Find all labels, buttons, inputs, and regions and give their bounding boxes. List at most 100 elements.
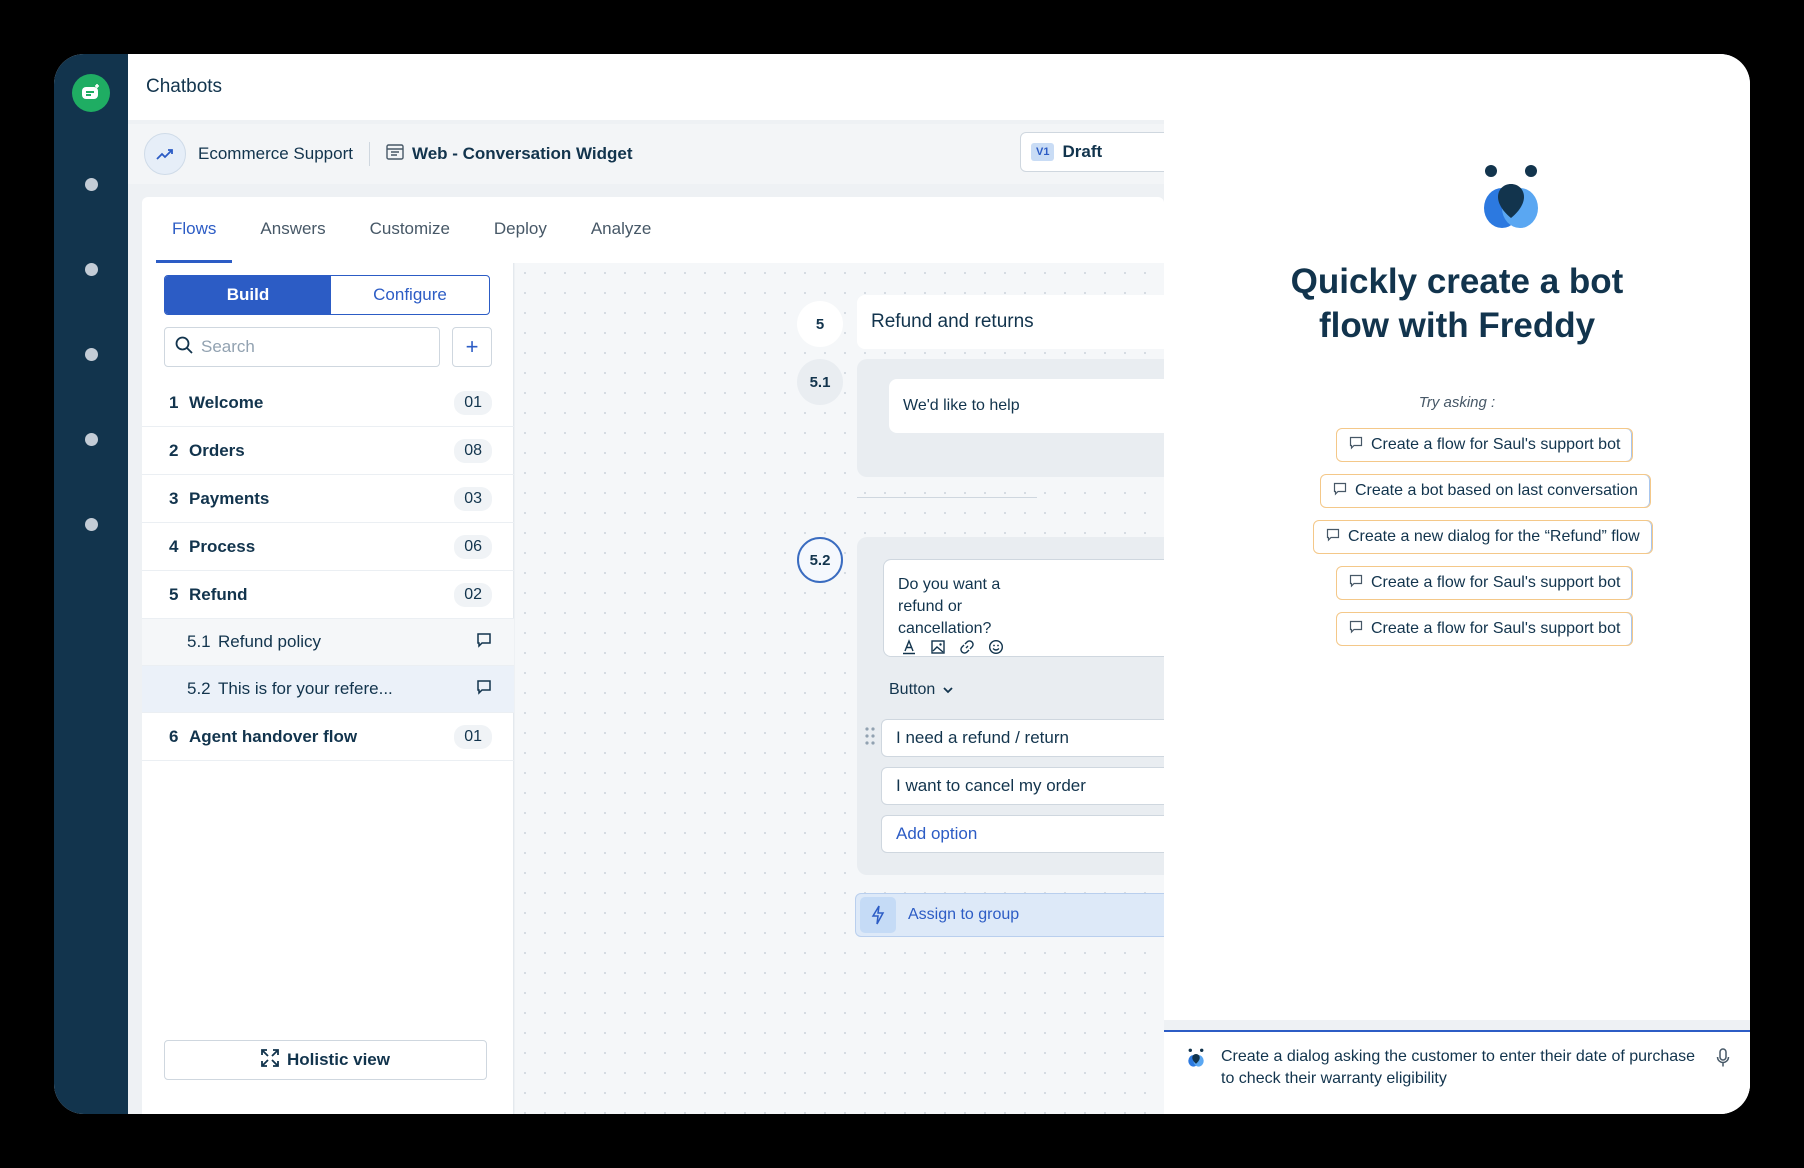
version-selector[interactable]: V1 Draft: [1020, 132, 1180, 172]
microphone-icon[interactable]: [1716, 1048, 1730, 1073]
nav-item-2[interactable]: [85, 263, 98, 276]
step-badge-5-1: 5.1: [797, 359, 843, 405]
holistic-view-button[interactable]: Holistic view: [164, 1040, 487, 1080]
build-button[interactable]: Build: [165, 276, 331, 314]
tab-customize[interactable]: Customize: [348, 219, 472, 263]
flow-number: 4: [169, 536, 179, 556]
chat-bubble-icon: [1349, 574, 1363, 593]
assign-to-group-action[interactable]: Assign to group: [855, 893, 1164, 937]
message-card[interactable]: We'd like to help: [889, 379, 1164, 433]
version-label: Draft: [1062, 142, 1103, 161]
flow-name: Process: [189, 536, 256, 556]
chevron-down-icon: [943, 681, 953, 699]
question-text: Do you want a refund or cancellation?: [898, 576, 1001, 637]
expand-icon: [261, 1048, 279, 1072]
flow-item-refund[interactable]: 5 Refund 02: [142, 571, 514, 619]
suggestion-text: Create a flow for Saul's support bot: [1371, 436, 1621, 453]
flow-item-welcome[interactable]: 1 Welcome 01: [142, 379, 514, 427]
app-window: Chatbots Ecommerce Support Web - Convers…: [54, 54, 1750, 1114]
freddy-title-line-1: Quickly create a bot: [1290, 262, 1624, 301]
emoji-icon[interactable]: [988, 639, 1004, 660]
connector-line: [857, 497, 1037, 498]
chat-bubble-icon: [1333, 482, 1347, 501]
suggestion-chip[interactable]: Create a bot based on last conversation: [1320, 474, 1651, 508]
tab-analyze[interactable]: Analyze: [569, 219, 673, 263]
search-box: [164, 327, 440, 367]
subflow-number: 5.2: [187, 679, 211, 698]
prompt-divider: [1164, 1020, 1750, 1030]
divider: [368, 142, 370, 166]
build-configure-toggle: Build Configure: [164, 275, 490, 315]
subflow-item-reference[interactable]: 5.2 This is for your refere...: [142, 666, 514, 713]
chat-bubble-icon: [1349, 620, 1363, 639]
text-format-icon[interactable]: [901, 639, 917, 660]
suggestion-chip[interactable]: Create a flow for Saul's support bot: [1336, 612, 1634, 646]
search-input[interactable]: [201, 337, 421, 357]
subflow-number: 5.1: [187, 632, 211, 651]
drag-handle-icon[interactable]: [865, 727, 875, 750]
flow-name: Agent handover flow: [189, 726, 358, 746]
chat-bubble-icon: [1349, 436, 1363, 455]
freddy-logo-icon: [1476, 164, 1546, 237]
tab-deploy[interactable]: Deploy: [472, 219, 569, 263]
configure-button[interactable]: Configure: [331, 276, 489, 314]
bot-header: Ecommerce Support Web - Conversation Wid…: [128, 124, 1180, 184]
subflow-name: Refund policy: [218, 632, 322, 651]
freddy-title-line-2: flow with Freddy: [1318, 306, 1596, 345]
flow-item-payments[interactable]: 3 Payments 03: [142, 475, 514, 523]
holistic-view-label: Holistic view: [287, 1050, 390, 1069]
bot-name[interactable]: Ecommerce Support: [198, 144, 353, 164]
nav-item-3[interactable]: [85, 348, 98, 361]
nav-item-4[interactable]: [85, 433, 98, 446]
freddy-title: Quickly create a bot flow with Freddy: [1164, 260, 1750, 348]
flow-number: 1: [169, 392, 179, 412]
flow-canvas[interactable]: 5 Refund and returns 5.1 We'd like to he…: [515, 263, 1164, 1114]
flow-number: 2: [169, 440, 179, 460]
chatbot-logo-icon[interactable]: [72, 74, 110, 112]
image-icon[interactable]: [930, 639, 946, 660]
flow-number: 6: [169, 726, 179, 746]
suggestion-text: Create a flow for Saul's support bot: [1371, 574, 1621, 591]
option-refund-return[interactable]: I need a refund / return: [881, 719, 1164, 757]
response-type-dropdown[interactable]: Button: [889, 681, 953, 699]
option-cancel-order[interactable]: I want to cancel my order: [881, 767, 1164, 805]
suggestion-chip[interactable]: Create a flow for Saul's support bot: [1336, 566, 1634, 600]
response-type-label: Button: [889, 681, 936, 698]
flow-title-card[interactable]: Refund and returns: [857, 295, 1164, 349]
suggestion-chip[interactable]: Create a new dialog for the “Refund” flo…: [1313, 520, 1653, 554]
flow-number: 5: [169, 584, 179, 604]
nav-item-5[interactable]: [85, 518, 98, 531]
flow-count-badge: 08: [454, 438, 492, 463]
suggestion-chip[interactable]: Create a flow for Saul's support bot: [1336, 428, 1634, 462]
flow-item-process[interactable]: 4 Process 06: [142, 523, 514, 571]
add-option-button[interactable]: Add option: [881, 815, 1164, 853]
tab-answers[interactable]: Answers: [238, 219, 347, 263]
step-block-5-1: We'd like to help: [857, 359, 1164, 477]
add-flow-button[interactable]: +: [452, 327, 492, 367]
link-icon[interactable]: [959, 639, 975, 660]
nav-item-1[interactable]: [85, 178, 98, 191]
prompt-input[interactable]: Create a dialog asking the customer to e…: [1164, 1020, 1750, 1114]
top-bar: Chatbots: [128, 54, 1164, 120]
trend-icon[interactable]: [144, 133, 186, 175]
flow-count-badge: 01: [454, 390, 492, 415]
flow-item-orders[interactable]: 2 Orders 08: [142, 427, 514, 475]
flow-name: Payments: [189, 488, 270, 508]
freddy-panel: Quickly create a bot flow with Freddy Tr…: [1164, 54, 1750, 1114]
suggestion-text: Create a flow for Saul's support bot: [1371, 620, 1621, 637]
flow-name: Refund: [189, 584, 248, 604]
main-app: Chatbots Ecommerce Support Web - Convers…: [128, 54, 1220, 1114]
flow-name: Welcome: [189, 392, 264, 412]
page-title: Chatbots: [146, 76, 223, 97]
tab-flows[interactable]: Flows: [150, 219, 238, 263]
left-rail: [54, 54, 128, 1114]
flow-count-badge: 03: [454, 486, 492, 511]
step-badge-5-2: 5.2: [797, 537, 843, 583]
flow-item-agent-handover[interactable]: 6 Agent handover flow 01: [142, 713, 514, 761]
lightning-icon: [860, 897, 896, 933]
flow-count-badge: 02: [454, 582, 492, 607]
subflow-item-refund-policy[interactable]: 5.1 Refund policy: [142, 619, 514, 666]
suggestion-text: Create a bot based on last conversation: [1355, 482, 1638, 499]
widget-icon: [386, 143, 404, 165]
channel-name[interactable]: Web - Conversation Widget: [412, 144, 633, 164]
